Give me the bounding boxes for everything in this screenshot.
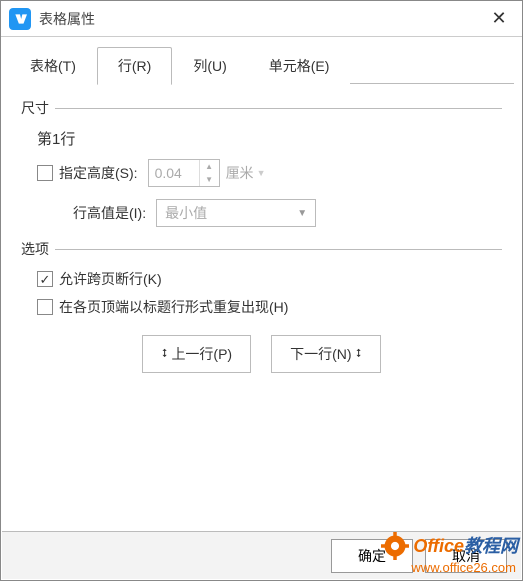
height-is-value: 最小值	[165, 203, 207, 223]
options-group: 选项 允许跨页断行(K) 在各页顶端以标题行形式重复出现(H) ⭥ 上一行(P)…	[21, 239, 502, 373]
dialog-button-bar: 确定 取消	[2, 531, 521, 579]
height-step-down-icon[interactable]: ▼	[200, 173, 219, 186]
height-is-label: 行高值是(I):	[73, 203, 146, 223]
repeat-header-checkbox[interactable]	[37, 299, 53, 315]
size-group: 尺寸 第1行 指定高度(S): ▲ ▼ 厘米 ▼	[21, 98, 502, 227]
height-step-up-icon[interactable]: ▲	[200, 160, 219, 173]
allow-break-checkbox[interactable]	[37, 271, 53, 287]
height-unit-select[interactable]: 厘米 ▼	[226, 163, 266, 183]
height-spinner[interactable]: ▲ ▼	[148, 159, 220, 187]
divider	[55, 108, 502, 109]
arrow-up-down-icon: ⭥	[356, 348, 362, 361]
app-icon	[9, 8, 31, 30]
prev-row-label: 上一行(P)	[171, 344, 232, 364]
height-input[interactable]	[149, 160, 199, 186]
tab-bar: 表格(T) 行(R) 列(U) 单元格(E)	[1, 47, 522, 84]
tab-table[interactable]: 表格(T)	[9, 47, 97, 84]
height-unit-label: 厘米	[226, 163, 254, 183]
allow-break-label: 允许跨页断行(K)	[59, 269, 162, 289]
titlebar: 表格属性 ✕	[1, 1, 522, 37]
prev-row-button[interactable]: ⭥ 上一行(P)	[142, 335, 251, 373]
window-title: 表格属性	[39, 9, 484, 29]
size-legend: 尺寸	[21, 98, 49, 118]
chevron-down-icon: ▼	[257, 168, 266, 178]
tab-column[interactable]: 列(U)	[172, 47, 247, 84]
chevron-down-icon: ▼	[297, 208, 307, 219]
dialog-window: 表格属性 ✕ 表格(T) 行(R) 列(U) 单元格(E) 尺寸 第1行 指定高…	[0, 0, 523, 581]
current-row-label: 第1行	[37, 128, 502, 149]
options-legend: 选项	[21, 239, 49, 259]
specify-height-label: 指定高度(S):	[59, 163, 138, 183]
tab-row[interactable]: 行(R)	[97, 47, 172, 85]
tab-panel-row: 尺寸 第1行 指定高度(S): ▲ ▼ 厘米 ▼	[1, 84, 522, 399]
close-button[interactable]: ✕	[484, 4, 514, 34]
next-row-label: 下一行(N)	[290, 344, 351, 364]
divider	[55, 249, 502, 250]
arrow-up-down-icon: ⭥	[161, 348, 167, 361]
cancel-button[interactable]: 取消	[425, 539, 507, 573]
next-row-button[interactable]: 下一行(N) ⭥	[271, 335, 380, 373]
tab-cell[interactable]: 单元格(E)	[248, 47, 351, 84]
ok-button[interactable]: 确定	[331, 539, 413, 573]
repeat-header-label: 在各页顶端以标题行形式重复出现(H)	[59, 297, 288, 317]
specify-height-checkbox[interactable]	[37, 165, 53, 181]
height-is-select[interactable]: 最小值 ▼	[156, 199, 316, 227]
